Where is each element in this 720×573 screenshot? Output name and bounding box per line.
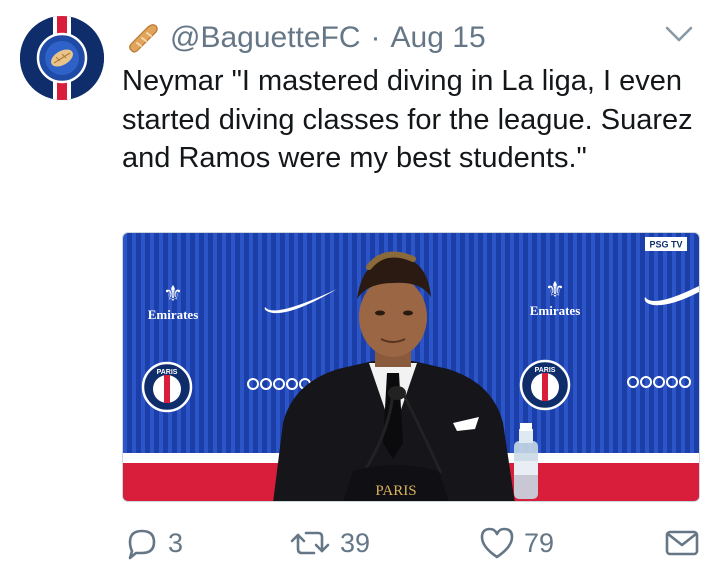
retweet-icon <box>288 525 332 561</box>
tweet-card[interactable]: @BaguetteFC · Aug 15 Neymar "I mastered … <box>0 0 720 573</box>
svg-text:⚜: ⚜ <box>163 282 183 307</box>
like-button[interactable]: 79 <box>478 522 554 564</box>
tweet-text: Neymar "I mastered diving in La liga, I … <box>122 65 693 174</box>
direct-message-button[interactable] <box>664 522 700 564</box>
reply-icon <box>124 525 160 561</box>
svg-text:⚜: ⚜ <box>545 278 565 303</box>
like-count: 79 <box>524 527 555 558</box>
psgtv-badge: PSG TV <box>649 240 682 250</box>
tweet-media-image[interactable]: PSG TV ⚜ Emirates ⚜ Emirates PARIS PARIS… <box>122 232 700 502</box>
reply-button[interactable]: 3 <box>124 522 183 564</box>
tweet-header: @BaguetteFC · Aug 15 <box>126 18 486 58</box>
reply-count: 3 <box>168 527 184 558</box>
header-separator: · <box>370 21 381 54</box>
svg-text:Emirates: Emirates <box>530 303 581 318</box>
author-handle[interactable]: @BaguetteFC <box>170 21 361 55</box>
desk-plaque-text: PARIS <box>375 483 416 499</box>
svg-text:PARIS: PARIS <box>535 367 556 374</box>
heart-icon <box>478 525 516 561</box>
tweet-date[interactable]: Aug 15 <box>391 21 486 55</box>
chevron-down-icon[interactable] <box>664 24 694 44</box>
envelope-icon <box>664 525 700 561</box>
svg-text:Emirates: Emirates <box>148 307 199 322</box>
retweet-button[interactable]: 39 <box>288 522 370 564</box>
retweet-count: 39 <box>340 527 371 558</box>
baguette-icon <box>126 21 160 55</box>
psg-crest-right: PARIS <box>519 359 571 411</box>
psg-crest-left: PARIS <box>141 361 193 413</box>
avatar[interactable] <box>20 16 104 100</box>
svg-text:PARIS: PARIS <box>157 369 178 376</box>
tweet-actions: 3 39 79 <box>122 522 700 564</box>
